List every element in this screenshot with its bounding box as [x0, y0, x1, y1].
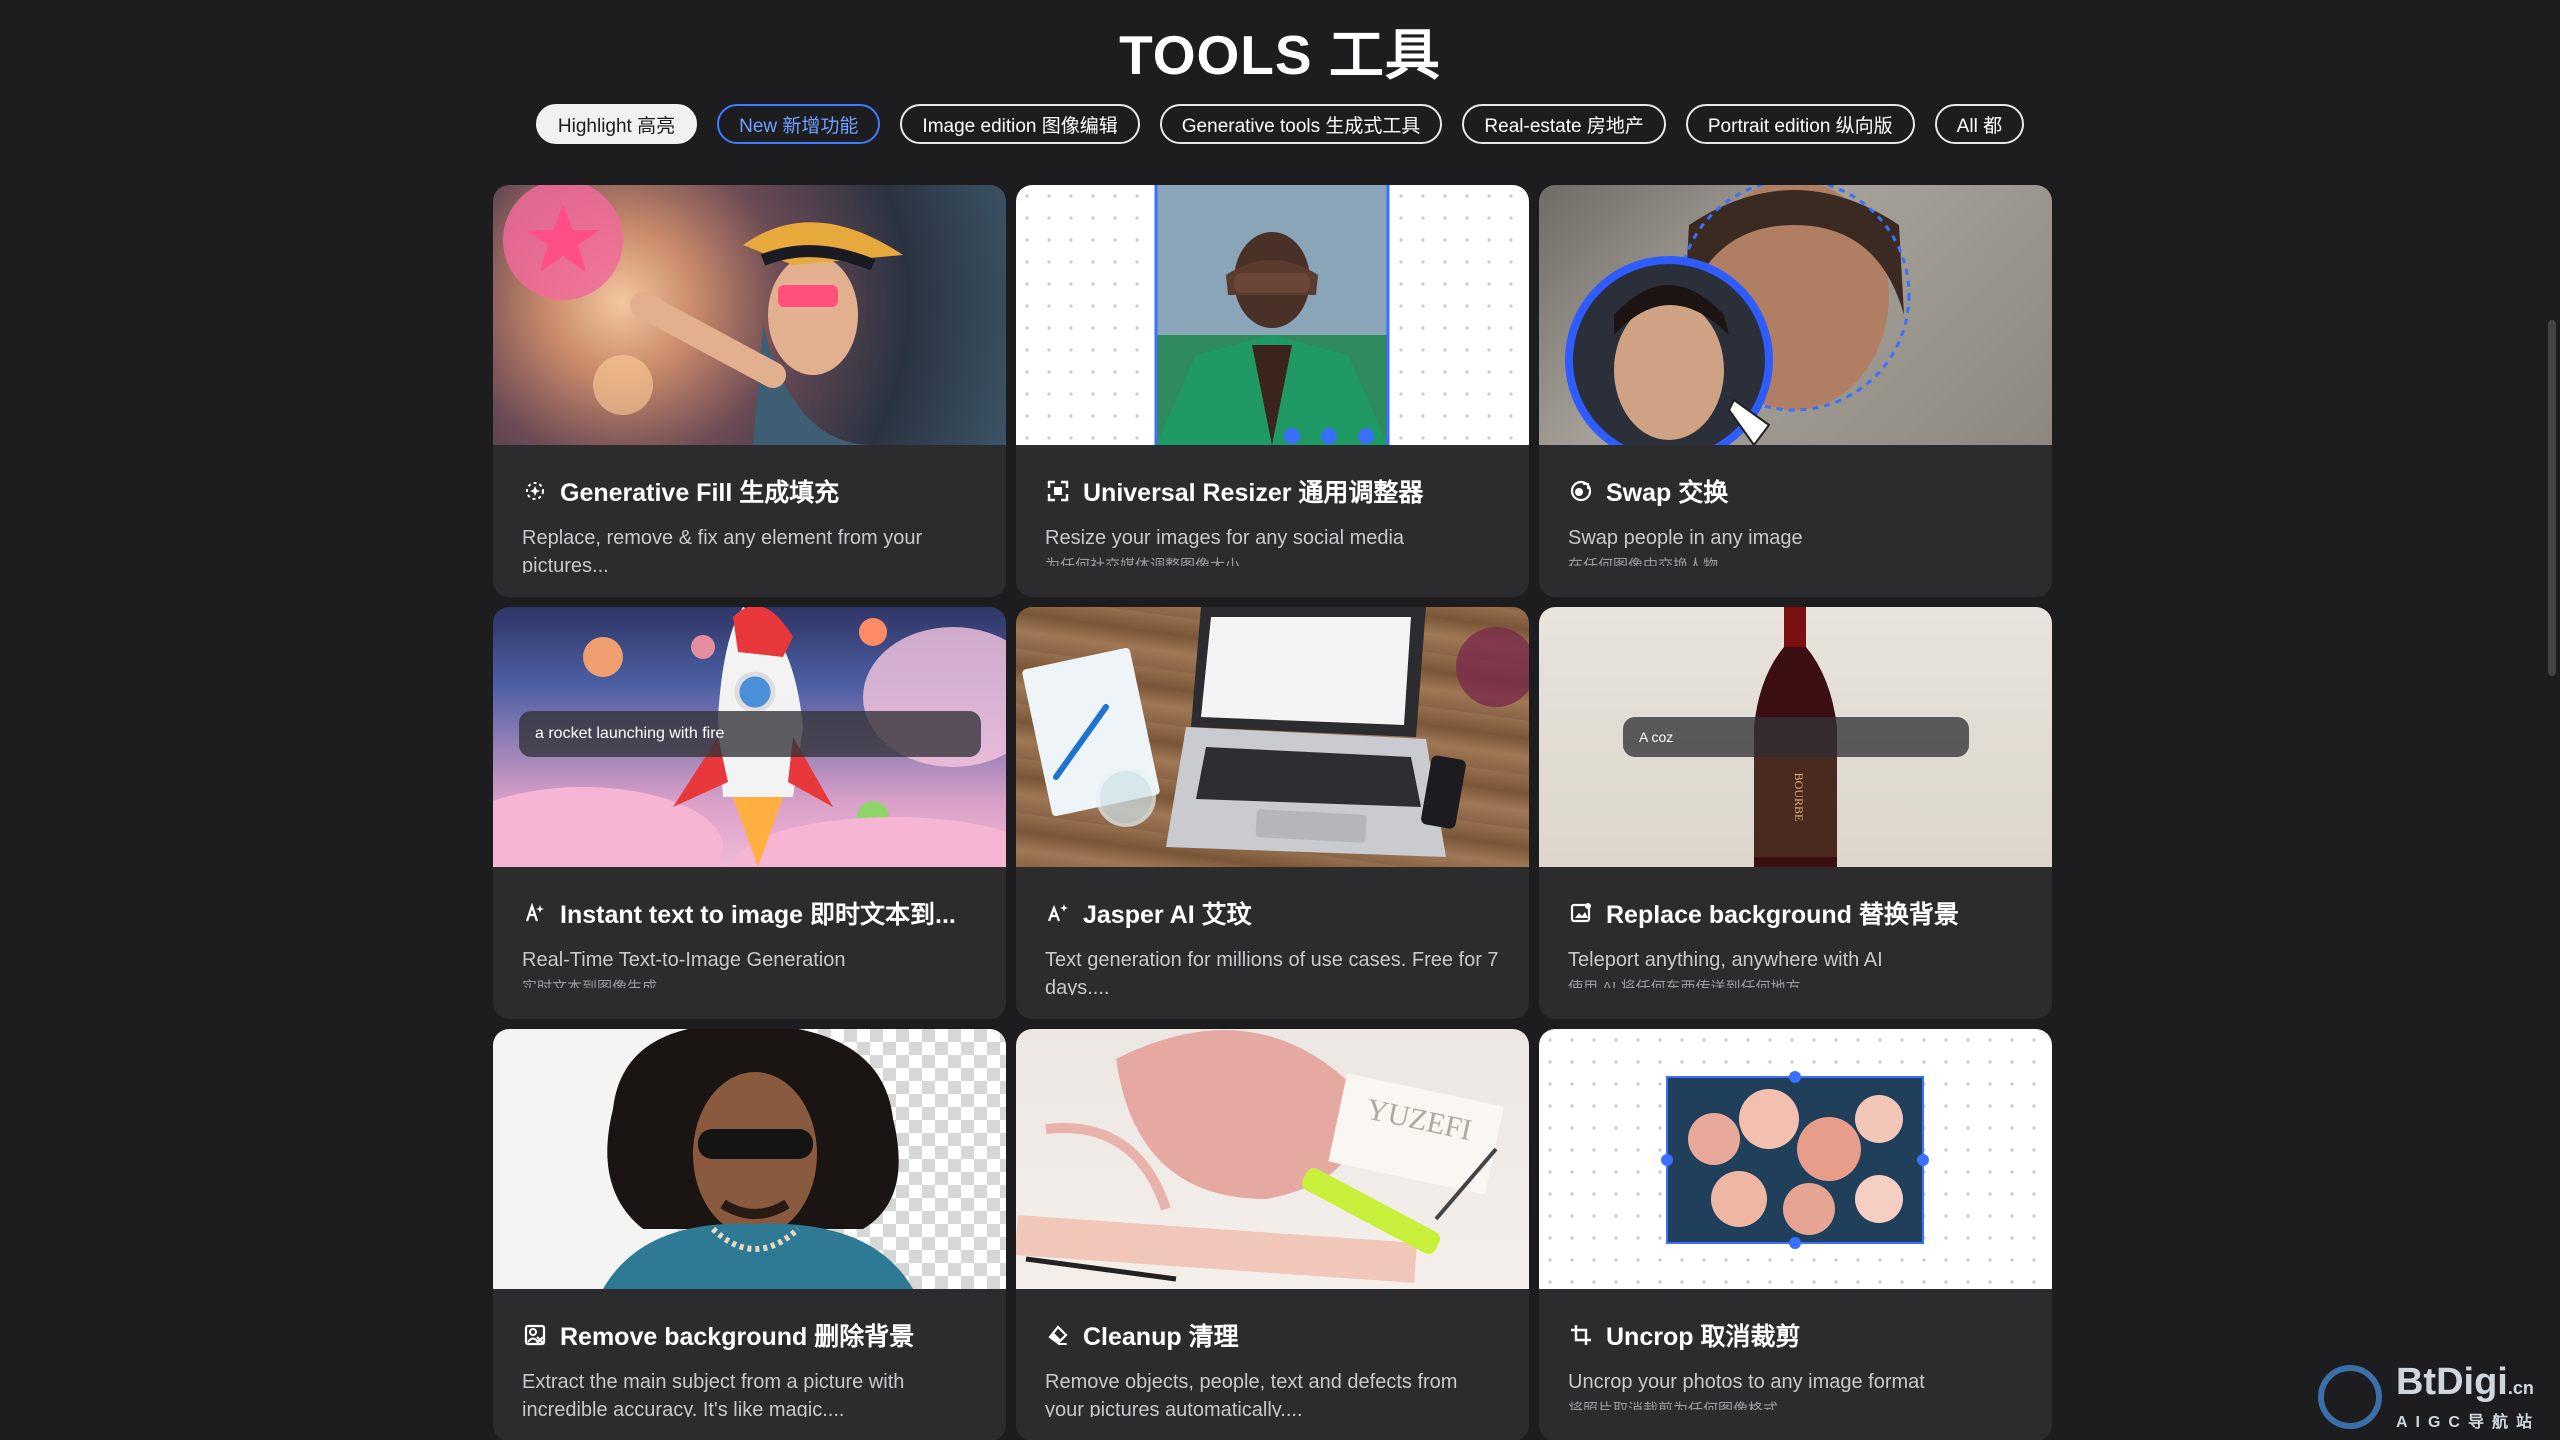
card-description: Text generation for millions of use case…: [1045, 949, 1499, 995]
card-description: Teleport anything, anywhere with AI: [1568, 949, 1883, 971]
card-title: Replace background 替换背景: [1606, 901, 1959, 929]
filter-real-estate[interactable]: Real-estate 房地产: [1462, 104, 1666, 144]
brand-suffix: .cn: [2507, 1378, 2534, 1398]
watermark-brand: BtDigi.cn AIGC导航站: [2317, 1361, 2540, 1432]
tool-card-swap[interactable]: Swap 交换 Swap people in any image 在任何图像中交…: [1539, 185, 2052, 597]
card-description: Uncrop your photos to any image format: [1568, 1371, 1925, 1393]
sparkle-icon: [522, 478, 548, 504]
filter-new[interactable]: New 新增功能: [717, 104, 881, 144]
card-image: [1016, 607, 1529, 867]
scrollbar[interactable]: [2548, 320, 2556, 676]
card-description: Extract the main subject from a picture …: [522, 1371, 905, 1417]
card-title: Remove background 删除背景: [560, 1323, 915, 1351]
page-title: TOOLS 工具: [1119, 24, 1441, 86]
tool-card-cleanup[interactable]: YUZEFI Cleanup 清理 Remove objects, people…: [1016, 1029, 1529, 1440]
card-title: Swap 交换: [1606, 479, 1729, 507]
swap-icon: [1568, 478, 1594, 504]
svg-text:BOURBE: BOURBE: [1792, 773, 1806, 822]
text-to-image-icon: [522, 900, 548, 926]
card-subtitle: 为任何社交媒体调整图像大小: [1045, 557, 1241, 566]
card-description: Real-Time Text-to-Image Generation: [522, 949, 846, 971]
card-title: Instant text to image 即时文本到...: [560, 901, 956, 929]
card-image: [1016, 185, 1529, 445]
card-subtitle: 在任何图像中交换人物: [1568, 557, 1719, 566]
card-image: a rocket launching with fire: [493, 607, 1006, 867]
tool-card-universal-resizer[interactable]: Universal Resizer 通用调整器 Resize your imag…: [1016, 185, 1529, 597]
card-title: Uncrop 取消裁剪: [1606, 1323, 1801, 1351]
resize-icon: [1045, 478, 1071, 504]
prompt-input: a rocket launching with fire: [519, 711, 981, 757]
tool-card-uncrop[interactable]: Uncrop 取消裁剪 Uncrop your photos to any im…: [1539, 1029, 2052, 1440]
card-subtitle: 使用 AI 将任何东西传送到任何地方: [1568, 979, 1801, 988]
card-description: Replace, remove & fix any element from y…: [522, 527, 923, 573]
replace-bg-icon: [1568, 900, 1594, 926]
card-subtitle: 实时文本到图像生成: [522, 979, 658, 988]
filter-highlight[interactable]: Highlight 高亮: [535, 104, 698, 144]
brand-name: BtDigi: [2395, 1361, 2508, 1403]
tool-card-replace-background[interactable]: BOURBE A coz Replace background 替换背景 Tel…: [1539, 607, 2052, 1019]
filter-bar: Highlight 高亮 New 新增功能 Image edition 图像编辑…: [0, 104, 2560, 144]
tool-card-remove-background[interactable]: Remove background 删除背景 Extract the main …: [493, 1029, 1006, 1440]
ai-sparkle-icon: [1045, 900, 1071, 926]
card-description: Resize your images for any social media: [1045, 527, 1405, 549]
card-subtitle: 将照片取消裁剪为任何图像格式: [1568, 1401, 1779, 1410]
tool-card-generative-fill[interactable]: Generative Fill 生成填充 Replace, remove & f…: [493, 185, 1006, 597]
tool-card-instant-text-to-image[interactable]: a rocket launching with fire Instant tex…: [493, 607, 1006, 1019]
card-image: BOURBE A coz: [1539, 607, 2052, 867]
card-description: Remove objects, people, text and defects…: [1045, 1371, 1458, 1417]
filter-generative-tools[interactable]: Generative tools 生成式工具: [1159, 104, 1443, 144]
card-title: Jasper AI 艾玟: [1083, 901, 1252, 929]
eraser-icon: [1045, 1322, 1071, 1348]
card-image: [1539, 1029, 2052, 1289]
tools-grid: Generative Fill 生成填充 Replace, remove & f…: [493, 185, 2053, 1440]
tool-card-jasper-ai[interactable]: Jasper AI 艾玟 Text generation for million…: [1016, 607, 1529, 1019]
uncrop-icon: [1568, 1322, 1594, 1348]
filter-all[interactable]: All 都: [1934, 104, 2025, 144]
card-description: Swap people in any image: [1568, 527, 1803, 549]
card-image: [493, 1029, 1006, 1289]
brand-tagline: AIGC导航站: [2395, 1414, 2540, 1431]
filter-portrait-edition[interactable]: Portrait edition 纵向版: [1685, 104, 1915, 144]
brand-logo-icon: [2317, 1365, 2382, 1429]
card-title: Cleanup 清理: [1083, 1323, 1239, 1351]
filter-image-edition[interactable]: Image edition 图像编辑: [900, 104, 1140, 144]
card-image: YUZEFI: [1016, 1029, 1529, 1289]
card-title: Generative Fill 生成填充: [560, 479, 840, 507]
prompt-input: A coz: [1623, 717, 1969, 757]
card-title: Universal Resizer 通用调整器: [1083, 479, 1424, 507]
card-image: [1539, 185, 2052, 445]
remove-bg-icon: [522, 1322, 548, 1348]
card-image: [493, 185, 1006, 445]
